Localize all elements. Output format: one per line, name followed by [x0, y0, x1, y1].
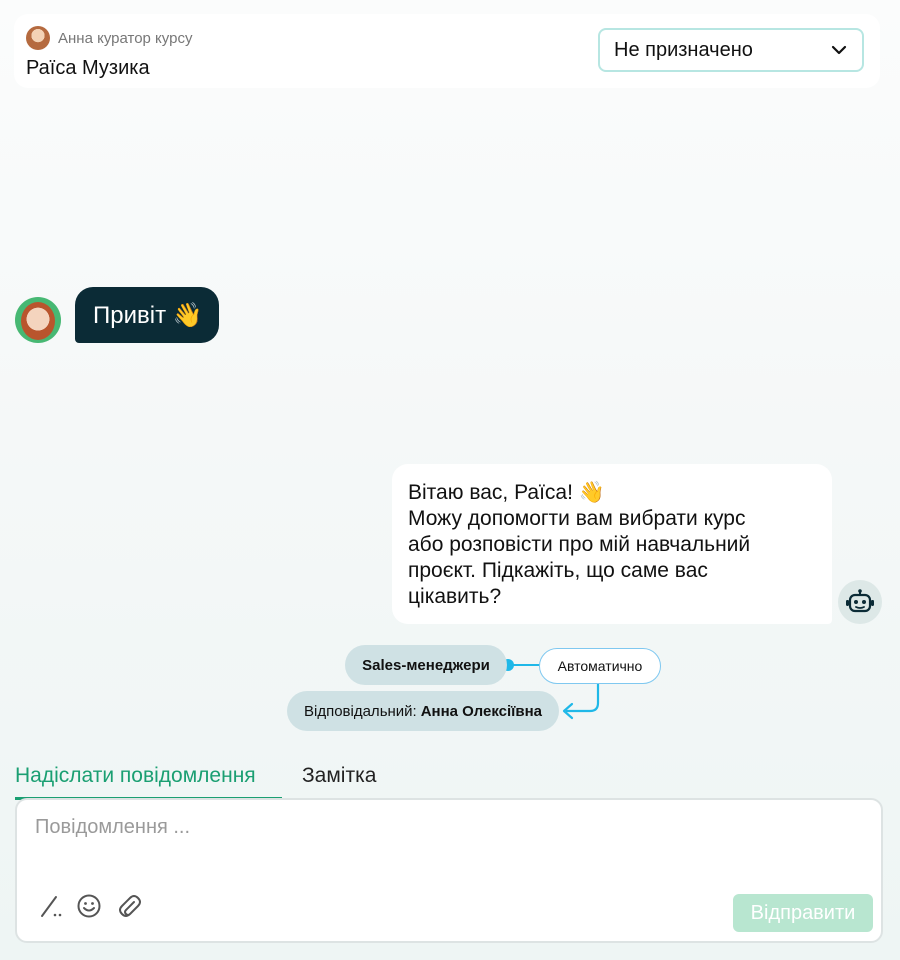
send-button[interactable]: Відправити	[733, 894, 873, 932]
slash-command-button[interactable]	[37, 892, 65, 920]
responsible-pill: Відповідальний: Анна Олексіївна	[287, 691, 559, 731]
routing-mode-label: Автоматично	[557, 658, 643, 674]
outgoing-message-line: Можу допомогти вам вибрати курс	[408, 507, 746, 530]
incoming-message-text: Привіт 👋	[93, 301, 203, 329]
responsible-prefix: Відповідальний:	[303, 702, 417, 720]
outgoing-message-line: проєкт. Підкажіть, що саме вас	[408, 559, 708, 582]
robot-icon	[846, 589, 874, 613]
conversation-header: Анна куратор курсу Раїса Музика Не призн…	[14, 14, 880, 88]
client-avatar	[15, 297, 61, 343]
incoming-message-bubble: Привіт 👋	[75, 287, 219, 343]
message-composer: Відправити	[15, 798, 883, 943]
outgoing-message-bubble: Вітаю вас, Раїса! 👋 Можу допомогти вам в…	[392, 464, 832, 624]
assignee-select[interactable]: Не призначено	[598, 28, 864, 72]
message-input[interactable]	[33, 814, 857, 878]
outgoing-message-line: Вітаю вас, Раїса! 👋	[408, 481, 605, 504]
emoji-button[interactable]	[75, 892, 103, 920]
routing-group-pill: Sales-менеджери	[345, 645, 507, 685]
paperclip-icon	[119, 895, 141, 917]
tab-note[interactable]: Замітка	[302, 764, 376, 788]
chevron-down-icon	[831, 45, 847, 55]
client-name: Раїса Музика	[26, 57, 150, 79]
assignee-select-value: Не призначено	[614, 38, 753, 61]
slash-command-icon	[41, 896, 62, 917]
emoji-icon	[77, 894, 101, 918]
bot-avatar	[838, 580, 882, 624]
responsible-name: Анна Олексіївна	[420, 702, 542, 720]
routing-mode-pill: Автоматично	[539, 648, 661, 684]
curator-label: Анна куратор курсу	[58, 29, 193, 47]
attach-button[interactable]	[117, 892, 145, 920]
curator-avatar	[26, 26, 50, 50]
routing-group-label: Sales-менеджери	[362, 656, 490, 674]
curator-row: Анна куратор курсу	[26, 26, 192, 50]
client-avatar-face	[21, 302, 55, 340]
outgoing-message-line: цікавить?	[408, 585, 502, 608]
outgoing-message-line: або розповісти про мій навчальний	[408, 533, 751, 556]
tab-send-message[interactable]: Надіслати повідомлення	[15, 764, 256, 788]
